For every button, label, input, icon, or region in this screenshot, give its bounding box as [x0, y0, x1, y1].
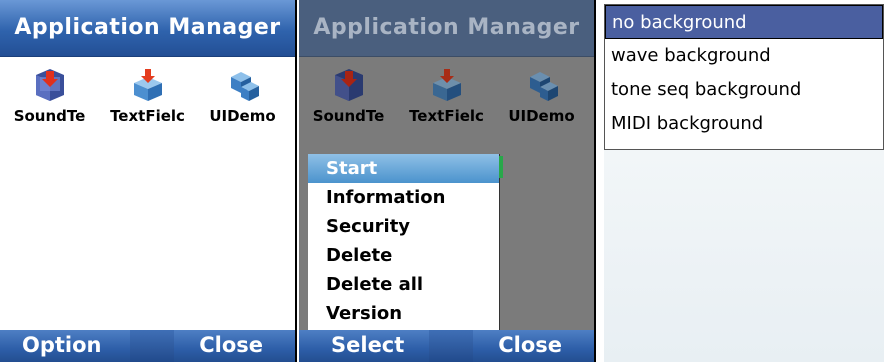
softkey-bar: Select Close [299, 330, 594, 362]
app-label: SoundTe [312, 107, 385, 125]
app-item-uidemo[interactable]: UIDemo [494, 67, 589, 125]
list-item-no-background[interactable]: no background [605, 5, 883, 39]
menu-item-start[interactable]: Start [308, 154, 499, 183]
menu-item-delete-all[interactable]: Delete all [308, 270, 499, 299]
menu-item-delete[interactable]: Delete [308, 241, 499, 270]
app-grid: SoundTe TextFielc UIDemo [0, 57, 295, 330]
close-softkey[interactable]: Close [498, 333, 562, 357]
option-softkey[interactable]: Option [22, 333, 102, 357]
app-item-textfield[interactable]: TextFielc [100, 67, 195, 125]
ui-demo-icon [524, 67, 560, 103]
app-label: TextFielc [409, 107, 484, 125]
text-field-icon [130, 67, 166, 103]
close-softkey[interactable]: Close [199, 333, 263, 357]
softkey-bar: Option Close [0, 330, 295, 362]
page-title: Application Manager [0, 0, 295, 57]
background-list: no background wave background tone seq b… [604, 4, 884, 150]
ui-demo-icon [225, 67, 261, 103]
text-field-icon [429, 67, 465, 103]
app-label: TextFielc [110, 107, 185, 125]
menu-scrollbar[interactable] [499, 156, 503, 178]
select-softkey[interactable]: Select [331, 333, 404, 357]
sound-test-icon [331, 67, 367, 103]
context-menu: Start Information Security Delete Delete… [308, 154, 503, 330]
app-item-textfield[interactable]: TextFielc [399, 67, 494, 125]
app-label: UIDemo [508, 107, 575, 125]
app-item-soundtest[interactable]: SoundTe [2, 67, 97, 125]
app-label: UIDemo [209, 107, 276, 125]
sound-test-icon [32, 67, 68, 103]
menu-item-information[interactable]: Information [308, 183, 499, 212]
app-label: SoundTe [13, 107, 86, 125]
background-select-screen: no background wave background tone seq b… [602, 0, 884, 362]
menu-item-security[interactable]: Security [308, 212, 499, 241]
list-item-tone-seq-background[interactable]: tone seq background [605, 73, 883, 107]
list-item-wave-background[interactable]: wave background [605, 39, 883, 73]
app-manager-screen: Application Manager SoundTe TextFielc UI… [0, 0, 297, 362]
list-item-midi-background[interactable]: MIDI background [605, 107, 883, 141]
app-item-uidemo[interactable]: UIDemo [195, 67, 290, 125]
empty-area [604, 150, 884, 362]
page-title: Application Manager [299, 0, 594, 57]
app-item-soundtest[interactable]: SoundTe [301, 67, 396, 125]
menu-item-version[interactable]: Version [308, 299, 499, 328]
